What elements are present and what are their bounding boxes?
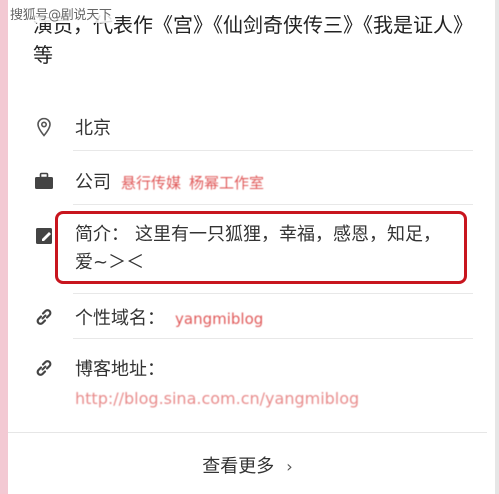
bio-highlight-box [55, 211, 467, 284]
watermark: 搜狐号@剧说天下 [10, 4, 112, 23]
left-edge-strip [0, 0, 8, 494]
divider [73, 293, 473, 294]
notepad-icon [36, 228, 52, 244]
location-value: 北京 [75, 118, 111, 139]
link-icon [36, 309, 52, 325]
blog-url-link[interactable]: http://blog.sina.com.cn/yangmiblog [75, 389, 359, 408]
company-field: 公司 悬行传媒 杨幂工作室 [75, 168, 264, 194]
see-more-bar: 查看更多 › [8, 432, 487, 493]
profile-info-card: 演员，代表作《宫》《仙剑奇侠传三》《我是证人》等 北京 公司 悬行传媒 杨幂工作室 … [8, 0, 487, 494]
company-link-2[interactable]: 杨幂工作室 [189, 174, 264, 192]
location-pin-icon [37, 117, 51, 137]
right-edge-strip [495, 0, 499, 494]
link-icon [36, 360, 52, 376]
see-more-label: 查看更多 [202, 456, 275, 477]
divider [73, 204, 473, 205]
blog-label: 博客地址： [75, 359, 165, 380]
divider [73, 150, 473, 151]
see-more-button[interactable]: 查看更多 › [202, 452, 292, 478]
domain-field: 个性域名： yangmiblog [75, 304, 263, 330]
company-label: 公司 [75, 172, 111, 193]
divider [73, 338, 473, 339]
domain-link[interactable]: yangmiblog [175, 310, 263, 328]
chevron-right-icon: › [286, 457, 293, 476]
domain-label: 个性域名： [75, 308, 165, 329]
company-link-1[interactable]: 悬行传媒 [121, 174, 181, 192]
briefcase-icon [35, 172, 53, 189]
